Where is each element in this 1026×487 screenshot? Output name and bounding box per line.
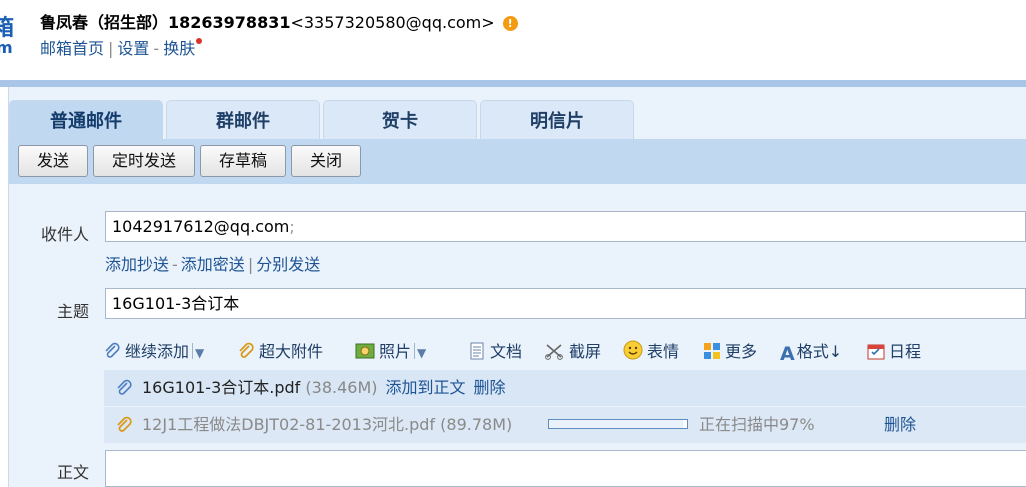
grid-icon	[704, 343, 720, 359]
photo-button[interactable]: 照片 ▼	[355, 339, 426, 365]
schedule-send-button[interactable]: 定时发送	[93, 145, 195, 177]
to-field[interactable]: 1042917612@qq.com;	[105, 211, 1026, 242]
attachment-row: 16G101-3合订本.pdf (38.46M) 添加到正文 删除	[104, 370, 1026, 406]
logo-glyph-2: m	[0, 38, 13, 57]
recipient-options: 添加抄送 - 添加密送 | 分别发送	[105, 251, 320, 275]
mailbox-home-link[interactable]: 邮箱首页	[40, 39, 104, 58]
body-label: 正文	[56, 463, 89, 482]
document-icon	[470, 342, 484, 360]
continue-add-label: 继续添加	[125, 342, 190, 361]
delete-attachment-link[interactable]: 删除	[474, 378, 506, 397]
continue-add-button[interactable]: 继续添加 ▼	[103, 339, 204, 365]
scan-progress-fill	[549, 420, 683, 428]
document-label: 文档	[490, 342, 523, 361]
save-draft-button[interactable]: 存草稿	[200, 145, 286, 177]
new-dot-icon	[196, 38, 203, 44]
recipient-separator: ;	[289, 217, 295, 236]
delete-attachment-link[interactable]: 删除	[884, 407, 916, 443]
recipient-address: 1042917612@qq.com	[112, 217, 290, 236]
separate-send-link[interactable]: 分别发送	[256, 255, 320, 274]
separator: |	[108, 39, 114, 58]
tab-group-mail[interactable]: 群邮件	[166, 100, 320, 139]
attachment-size: (89.78M)	[440, 415, 513, 434]
large-paperclip-icon	[117, 416, 132, 432]
skin-link[interactable]: 换肤	[163, 39, 195, 58]
font-format-icon: A	[780, 343, 795, 365]
emoji-label: 表情	[647, 342, 680, 361]
qq-mail-logo[interactable]: 箱 m	[0, 8, 14, 58]
attachment-name: 16G101-3合订本.pdf	[142, 378, 301, 397]
divider	[414, 343, 416, 359]
document-button[interactable]: 文档	[468, 339, 522, 365]
user-email: <3357320580@qq.com>	[290, 13, 495, 32]
top-divider-bar	[0, 80, 1026, 87]
subject-input[interactable]: 16G101-3合订本	[105, 288, 1026, 319]
subject-label: 主题	[56, 302, 89, 321]
account-links: 邮箱首页 | 设置 - 换肤	[40, 35, 203, 59]
account-info: 鲁凤春（招生部）18263978831<3357320580@qq.com>!	[40, 9, 518, 33]
scan-progress-bar	[548, 419, 688, 429]
tab-postcard[interactable]: 明信片	[480, 100, 634, 139]
scissors-icon	[545, 344, 563, 360]
photo-label: 照片	[379, 342, 412, 361]
body-editor[interactable]	[105, 450, 1026, 487]
attachment-info: 12J1工程做法DBJT02-81-2013河北.pdf (89.78M)	[142, 407, 512, 443]
calendar-button[interactable]: 日程	[867, 339, 921, 365]
add-bcc-link[interactable]: 添加密送	[181, 255, 245, 274]
close-button[interactable]: 关闭	[291, 145, 361, 177]
scan-status: 正在扫描中97%	[699, 415, 815, 434]
screenshot-label: 截屏	[569, 342, 602, 361]
separator: -	[153, 39, 160, 58]
photo-icon	[355, 343, 375, 359]
attachment-name: 12J1工程做法DBJT02-81-2013河北.pdf	[142, 415, 436, 434]
screenshot-button[interactable]: 截屏	[545, 339, 601, 365]
to-label: 收件人	[40, 225, 89, 244]
calendar-icon	[867, 344, 885, 360]
more-button[interactable]: 更多	[703, 339, 757, 365]
format-button[interactable]: A 格式↓	[780, 339, 842, 365]
settings-link[interactable]: 设置	[117, 39, 149, 58]
user-name: 鲁凤春（招生部）18263978831	[40, 13, 291, 32]
paperclip-icon	[105, 342, 120, 358]
chevron-down-icon[interactable]: ▼	[195, 346, 204, 360]
compose-toolbar: 发送 定时发送 存草稿 关闭	[9, 139, 1026, 184]
attachment-info: 16G101-3合订本.pdf (38.46M) 添加到正文 删除	[142, 370, 506, 406]
compose-panel: 普通邮件 群邮件 贺卡 明信片 发送 定时发送 存草稿 关闭 收件人 10429…	[8, 87, 1026, 487]
divider	[192, 343, 194, 359]
add-cc-link[interactable]: 添加抄送	[105, 255, 169, 274]
large-attachment-label: 超大附件	[259, 342, 324, 361]
attachment-size: (38.46M)	[305, 378, 378, 397]
tab-greeting-card[interactable]: 贺卡	[323, 100, 477, 139]
separator: |	[247, 255, 254, 274]
warning-icon[interactable]: !	[502, 16, 518, 31]
send-button[interactable]: 发送	[18, 145, 88, 177]
format-label: 格式↓	[796, 342, 843, 361]
tab-normal-mail[interactable]: 普通邮件	[9, 100, 163, 139]
separator: -	[172, 255, 178, 274]
chevron-down-icon[interactable]: ▼	[417, 346, 426, 360]
large-attachment-button[interactable]: 超大附件	[237, 339, 323, 365]
calendar-label: 日程	[889, 342, 922, 361]
more-label: 更多	[725, 342, 758, 361]
large-paperclip-icon	[239, 342, 254, 358]
add-to-body-link[interactable]: 添加到正文	[385, 378, 465, 397]
emoji-button[interactable]: 表情	[623, 339, 679, 365]
attachment-row-uploading: 12J1工程做法DBJT02-81-2013河北.pdf (89.78M) 正在…	[104, 407, 1026, 443]
paperclip-icon	[117, 379, 132, 395]
smiley-icon	[623, 340, 643, 360]
